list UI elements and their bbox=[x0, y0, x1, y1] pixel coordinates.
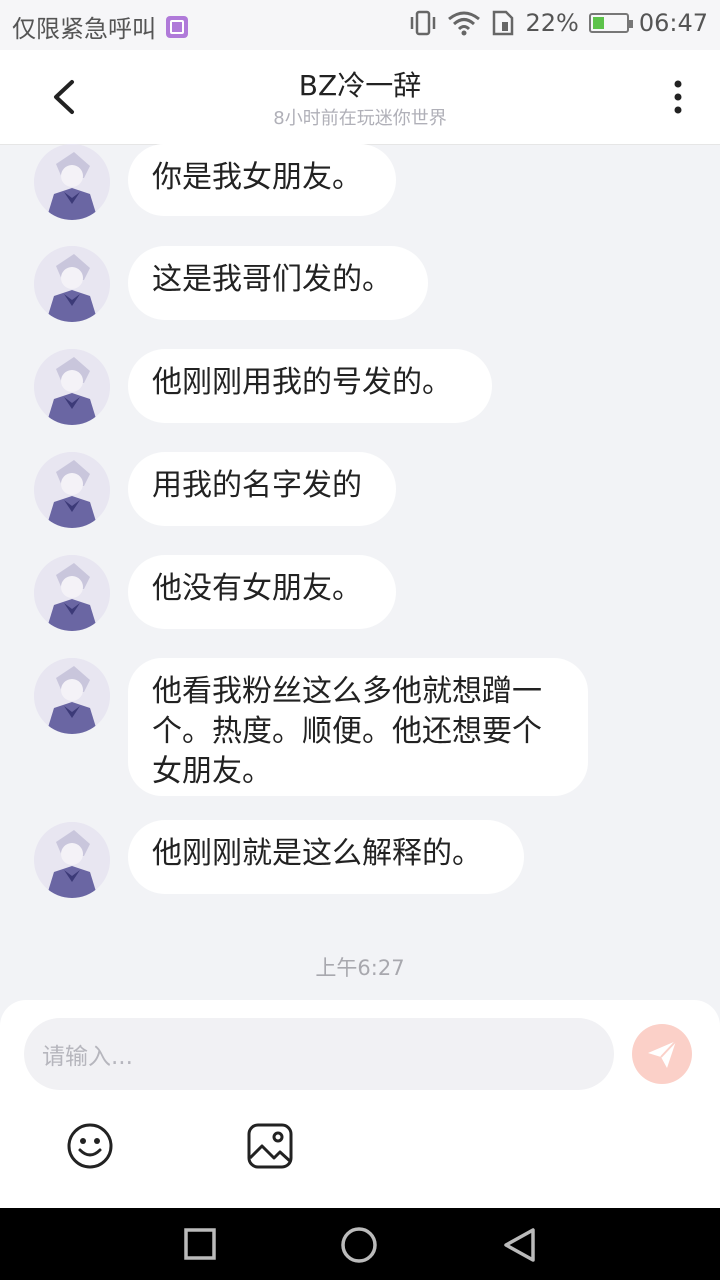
back-triangle-icon[interactable] bbox=[500, 1226, 538, 1264]
battery-icon bbox=[588, 13, 633, 33]
contact-name: BZ冷一辞 bbox=[298, 69, 422, 102]
message-bubble[interactable]: 他刚刚用我的号发的。 bbox=[128, 349, 492, 423]
message-bubble[interactable]: 他没有女朋友。 bbox=[128, 555, 396, 629]
avatar[interactable] bbox=[34, 658, 110, 734]
image-icon[interactable] bbox=[246, 1122, 294, 1170]
clock: 06:47 bbox=[638, 9, 708, 37]
gallery-icon bbox=[166, 15, 188, 38]
avatar[interactable] bbox=[34, 452, 110, 528]
avatar[interactable] bbox=[34, 822, 110, 898]
wifi-icon bbox=[448, 11, 481, 36]
emoji-icon[interactable] bbox=[66, 1122, 114, 1170]
message-bubble[interactable]: 这是我哥们发的。 bbox=[128, 246, 428, 320]
vibrate-icon bbox=[411, 10, 436, 36]
avatar[interactable] bbox=[34, 555, 110, 631]
battery-percent: 22% bbox=[525, 9, 579, 37]
message-input[interactable]: 请输入... bbox=[24, 1018, 614, 1090]
system-nav-bar bbox=[0, 1208, 720, 1280]
contact-status: 8小时前在玩迷你世界 bbox=[273, 108, 447, 129]
input-placeholder: 请输入... bbox=[42, 1044, 133, 1070]
message-bubble[interactable]: 你是我女朋友。 bbox=[128, 144, 396, 216]
recent-apps-icon[interactable] bbox=[182, 1226, 218, 1262]
message-bubble[interactable]: 他刚刚就是这么解释的。 bbox=[128, 820, 524, 894]
message-timestamp: 上午6:27 bbox=[315, 956, 405, 980]
chat-header: BZ冷一辞 8小时前在玩迷你世界 bbox=[0, 50, 720, 144]
more-vertical-icon[interactable] bbox=[666, 78, 690, 118]
composer: 请输入... bbox=[0, 1000, 720, 1208]
home-icon[interactable] bbox=[340, 1226, 378, 1264]
message-bubble[interactable]: 他看我粉丝这么多他就想蹭一个。热度。顺便。他还想要个女朋友。 bbox=[128, 658, 588, 796]
carrier-text: 仅限紧急呼叫 bbox=[12, 15, 156, 43]
avatar[interactable] bbox=[34, 246, 110, 322]
avatar[interactable] bbox=[34, 349, 110, 425]
avatar[interactable] bbox=[34, 144, 110, 220]
status-bar: 仅限紧急呼叫 22% 06:47 bbox=[0, 0, 720, 50]
send-button[interactable] bbox=[632, 1024, 692, 1084]
sim-icon bbox=[493, 10, 514, 36]
send-icon bbox=[648, 1040, 677, 1068]
message-bubble[interactable]: 用我的名字发的 bbox=[128, 452, 396, 526]
message-list: 你是我女朋友。 这是我哥们发的。 他刚刚用我的号发的。 用我的名字发的 他没有女… bbox=[0, 144, 720, 1000]
